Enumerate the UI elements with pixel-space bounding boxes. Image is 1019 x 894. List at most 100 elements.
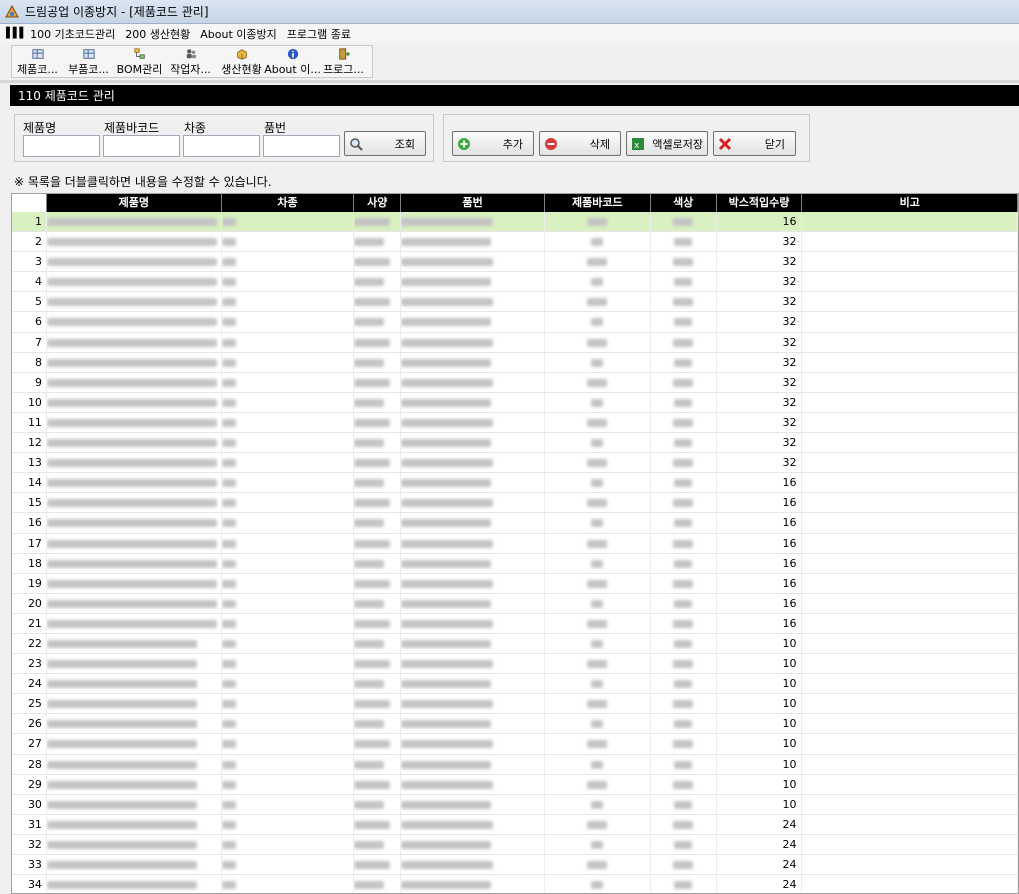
column-header-note[interactable]: 비고 [802, 194, 1018, 212]
row-number: 28 [12, 754, 47, 774]
toolbar-about-button[interactable]: About 이... [264, 46, 321, 77]
table-row[interactable]: 26 10 [12, 714, 1018, 735]
table-row[interactable]: 1 16 [12, 212, 1018, 233]
car-cell [221, 855, 355, 875]
table-row[interactable]: 10 32 [12, 392, 1018, 413]
product-name-label: 제품명 [23, 121, 57, 135]
product-name-cell [46, 352, 222, 372]
note-cell [802, 694, 1018, 714]
table-row[interactable]: 7 32 [12, 332, 1018, 353]
row-number: 3 [12, 252, 47, 272]
product-name-cell [46, 613, 222, 633]
column-header-spec[interactable]: 사양 [354, 194, 402, 212]
row-number: 2 [12, 232, 47, 252]
product-name-cell [46, 292, 222, 312]
color-cell [651, 232, 717, 252]
car-input[interactable] [183, 135, 260, 157]
part-no-cell [401, 292, 545, 312]
menu-exit[interactable]: 프로그램 종료 [287, 26, 351, 42]
table-row[interactable]: 23 10 [12, 654, 1018, 675]
table-row[interactable]: 13 32 [12, 453, 1018, 474]
toolbar-product-code-button[interactable]: 제품코... [12, 46, 63, 77]
table-row[interactable]: 5 32 [12, 292, 1018, 313]
menu-production-status[interactable]: 200 생산현황 [125, 26, 190, 42]
box-qty-cell: 32 [717, 453, 803, 473]
table-row[interactable]: 30 10 [12, 794, 1018, 815]
add-button[interactable]: 추가 [452, 131, 534, 156]
table-row[interactable]: 19 16 [12, 573, 1018, 594]
table-row[interactable]: 9 32 [12, 372, 1018, 393]
table-row[interactable]: 33 24 [12, 855, 1018, 876]
color-cell [651, 633, 717, 654]
table-row[interactable]: 27 10 [12, 734, 1018, 755]
mdi-window-icon[interactable]: ▌▌▌ [6, 28, 27, 39]
car-cell [221, 834, 355, 854]
table-row[interactable]: 11 32 [12, 412, 1018, 434]
column-header-product-name[interactable]: 제품명 [46, 194, 222, 212]
spec-cell [354, 855, 402, 875]
product-name-input[interactable] [23, 135, 100, 157]
excel-export-button[interactable]: x 액셀로저장 [626, 131, 708, 156]
column-header-no[interactable]: No [12, 194, 47, 212]
table-row[interactable]: 25 10 [12, 694, 1018, 715]
table-row[interactable]: 4 32 [12, 272, 1018, 293]
table-row[interactable]: 31 24 [12, 814, 1018, 835]
barcode-input[interactable] [103, 135, 180, 157]
color-cell [651, 674, 717, 694]
column-header-car[interactable]: 차종 [221, 194, 355, 212]
color-cell [651, 613, 717, 633]
part-no-cell [401, 694, 545, 714]
table-row[interactable]: 8 32 [12, 352, 1018, 373]
spec-cell [354, 794, 402, 814]
car-cell [221, 352, 355, 372]
note-cell [802, 533, 1018, 553]
table-row[interactable]: 21 16 [12, 613, 1018, 634]
menu-about[interactable]: About 이종방지 [200, 26, 277, 42]
row-number: 13 [12, 453, 47, 473]
table-row[interactable]: 14 16 [12, 473, 1018, 494]
spec-cell [354, 674, 402, 694]
car-cell [221, 814, 355, 834]
table-row[interactable]: 34 24 [12, 875, 1018, 893]
column-header-color[interactable]: 색상 [650, 194, 717, 212]
table-row[interactable]: 3 32 [12, 252, 1018, 273]
car-label: 차종 [184, 121, 207, 135]
close-button[interactable]: 닫기 [713, 131, 796, 156]
delete-button[interactable]: 삭제 [539, 131, 621, 156]
table-row[interactable]: 20 16 [12, 593, 1018, 614]
table-row[interactable]: 18 16 [12, 553, 1018, 574]
search-button[interactable]: 조회 [344, 131, 426, 156]
table-row[interactable]: 17 16 [12, 533, 1018, 554]
toolbar-worker-button[interactable]: 작업자... [165, 46, 216, 77]
toolbar-part-code-button[interactable]: 부품코... [63, 46, 114, 77]
note-cell [802, 292, 1018, 312]
table-row[interactable]: 28 10 [12, 754, 1018, 775]
column-header-box-qty[interactable]: 박스적입수량 [716, 194, 803, 212]
spec-cell [354, 392, 402, 412]
table-row[interactable]: 15 16 [12, 493, 1018, 514]
menu-basic-code[interactable]: 100 기초코드관리 [30, 26, 115, 42]
part-no-input[interactable] [263, 135, 340, 157]
toolbar-exit-button[interactable]: 프로그... [318, 46, 369, 77]
color-cell [651, 593, 717, 613]
table-row[interactable]: 24 10 [12, 674, 1018, 695]
table-row[interactable]: 12 32 [12, 433, 1018, 454]
table-row[interactable]: 2 32 [12, 232, 1018, 253]
table-row[interactable]: 16 16 [12, 513, 1018, 534]
table-row[interactable]: 6 32 [12, 312, 1018, 333]
hint-text: ※ 목록을 더블클릭하면 내용을 수정할 수 있습니다. [14, 175, 272, 189]
table-row[interactable]: 22 10 [12, 633, 1018, 655]
barcode-cell [545, 412, 651, 433]
product-grid[interactable]: No 제품명 차종 사양 품번 제품바코드 색상 박스적입수량 비고 1 16 2 3… [11, 193, 1019, 894]
barcode-cell [545, 573, 651, 593]
table-row[interactable]: 29 10 [12, 774, 1018, 795]
box-qty-cell: 16 [717, 473, 803, 493]
column-header-part-no[interactable]: 품번 [401, 194, 545, 212]
toolbar-production-button[interactable]: 생산현황 [216, 46, 267, 77]
column-header-barcode[interactable]: 제품바코드 [544, 194, 651, 212]
product-name-cell [46, 212, 222, 232]
toolbar-bom-button[interactable]: BOM관리 [114, 46, 165, 77]
table-row[interactable]: 32 24 [12, 834, 1018, 855]
product-name-cell [46, 392, 222, 412]
app-icon [5, 4, 19, 17]
